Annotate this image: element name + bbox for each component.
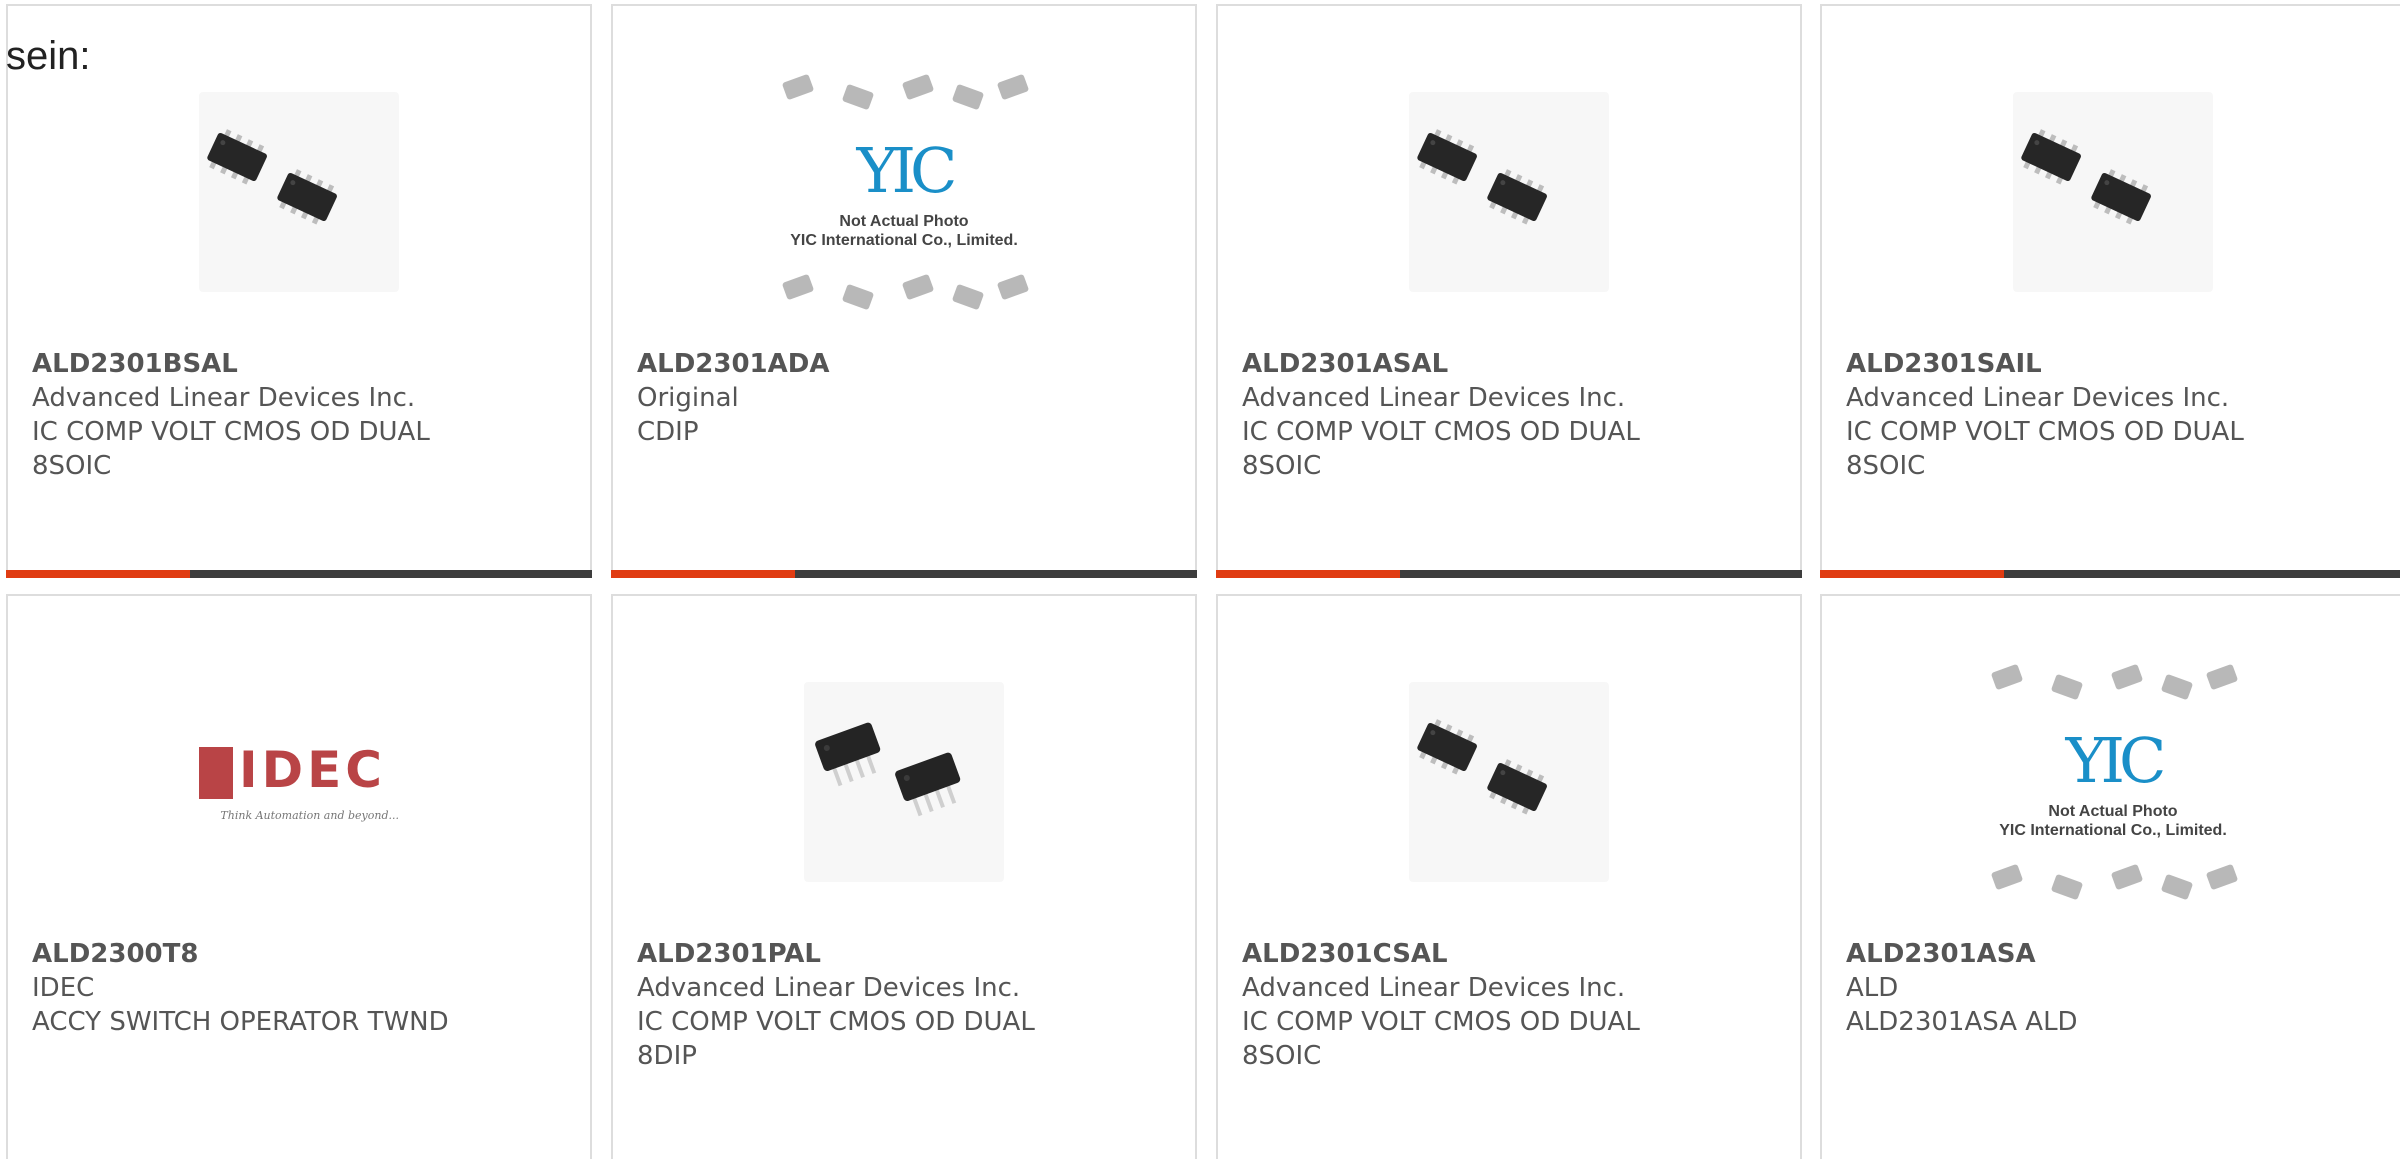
chip-packages-drawing bbox=[1991, 664, 2238, 700]
chip-packages-icon bbox=[1977, 652, 2249, 722]
soic-chip-photo bbox=[1409, 682, 1609, 882]
soic-chip-photo bbox=[2013, 92, 2213, 292]
package: 8SOIC bbox=[1242, 1041, 1322, 1071]
description: CDIP bbox=[637, 417, 699, 447]
package: 8SOIC bbox=[32, 451, 112, 481]
yic-placeholder-image: YIC Not Actual Photo YIC International C… bbox=[768, 62, 1040, 322]
manufacturer: Advanced Linear Devices Inc. bbox=[1242, 383, 1626, 413]
dip-chip-drawing bbox=[815, 722, 961, 817]
product-image[interactable]: IDEC Think Automation and beyond... bbox=[163, 642, 435, 922]
card-accent-bar bbox=[6, 570, 592, 578]
placeholder-caption-2: YIC International Co., Limited. bbox=[790, 232, 1018, 249]
description: IC COMP VOLT CMOS OD DUAL bbox=[32, 417, 430, 447]
product-card[interactable]: ALD2301BSAL Advanced Linear Devices Inc.… bbox=[6, 4, 592, 578]
description: ALD2301ASA ALD bbox=[1846, 1007, 2078, 1037]
intro-text: sein: bbox=[6, 34, 91, 78]
manufacturer: Advanced Linear Devices Inc. bbox=[637, 973, 1021, 1003]
yic-placeholder-image: YIC Not Actual Photo YIC International C… bbox=[1977, 652, 2249, 912]
description: IC COMP VOLT CMOS OD DUAL bbox=[1242, 417, 1640, 447]
manufacturer: Advanced Linear Devices Inc. bbox=[32, 383, 416, 413]
description: ACCY SWITCH OPERATOR TWND bbox=[32, 1007, 449, 1037]
manufacturer: Advanced Linear Devices Inc. bbox=[1242, 973, 1626, 1003]
idec-logo-mark bbox=[199, 747, 233, 799]
product-image[interactable] bbox=[163, 52, 435, 332]
yic-logo: YIC bbox=[856, 134, 958, 207]
package: 8SOIC bbox=[1242, 451, 1322, 481]
idec-tagline: Think Automation and beyond... bbox=[220, 809, 399, 822]
part-number[interactable]: ALD2301ASAL bbox=[1242, 347, 1776, 381]
soic-chip-photo bbox=[1409, 92, 1609, 292]
package: 8SOIC bbox=[1846, 451, 1926, 481]
description: IC COMP VOLT CMOS OD DUAL bbox=[1846, 417, 2244, 447]
part-number[interactable]: ALD2301SAIL bbox=[1846, 347, 2380, 381]
placeholder-caption-1: Not Actual Photo bbox=[839, 213, 969, 230]
soic-chip-photo bbox=[199, 92, 399, 292]
placeholder-caption-2: YIC International Co., Limited. bbox=[1999, 822, 2227, 839]
manufacturer: IDEC bbox=[32, 973, 95, 1003]
product-image[interactable] bbox=[1373, 642, 1645, 922]
card-accent-bar bbox=[611, 570, 1197, 578]
part-number[interactable]: ALD2301PAL bbox=[637, 937, 1171, 971]
soic-chip-drawing bbox=[2021, 129, 2151, 225]
product-image[interactable] bbox=[768, 642, 1040, 922]
manufacturer: ALD bbox=[1846, 973, 1899, 1003]
chip-packages-icon bbox=[1977, 852, 2249, 912]
soic-chip-drawing bbox=[1417, 129, 1547, 225]
part-number[interactable]: ALD2301ADA bbox=[637, 347, 1171, 381]
package: 8DIP bbox=[637, 1041, 697, 1071]
yic-logo: YIC bbox=[2065, 724, 2167, 797]
soic-chip-drawing bbox=[1417, 719, 1547, 815]
product-image[interactable] bbox=[1977, 52, 2249, 332]
part-number[interactable]: ALD2301ASA bbox=[1846, 937, 2380, 971]
chip-packages-drawing bbox=[782, 74, 1029, 110]
card-accent-bar bbox=[1216, 570, 1802, 578]
product-image[interactable]: YIC Not Actual Photo YIC International C… bbox=[768, 52, 1040, 332]
product-card[interactable]: ALD2301ASAL Advanced Linear Devices Inc.… bbox=[1216, 4, 1802, 578]
dip-chip-photo bbox=[804, 682, 1004, 882]
product-card[interactable]: IDEC Think Automation and beyond... ALD2… bbox=[6, 594, 592, 1159]
chip-packages-icon bbox=[768, 62, 1040, 132]
product-card[interactable]: ALD2301SAIL Advanced Linear Devices Inc.… bbox=[1820, 4, 2400, 578]
description: IC COMP VOLT CMOS OD DUAL bbox=[1242, 1007, 1640, 1037]
part-number[interactable]: ALD2301BSAL bbox=[32, 347, 566, 381]
placeholder-caption-1: Not Actual Photo bbox=[2048, 803, 2178, 820]
product-card[interactable]: ALD2301CSAL Advanced Linear Devices Inc.… bbox=[1216, 594, 1802, 1159]
soic-chip-drawing bbox=[207, 129, 337, 225]
description: IC COMP VOLT CMOS OD DUAL bbox=[637, 1007, 1035, 1037]
product-image[interactable]: YIC Not Actual Photo YIC International C… bbox=[1977, 642, 2249, 922]
chip-packages-icon bbox=[768, 262, 1040, 322]
chip-packages-drawing bbox=[1991, 864, 2238, 900]
idec-logo: IDEC Think Automation and beyond... bbox=[199, 737, 399, 827]
manufacturer: Advanced Linear Devices Inc. bbox=[1846, 383, 2230, 413]
chip-packages-drawing bbox=[782, 274, 1029, 310]
idec-wordmark: IDEC bbox=[239, 741, 386, 799]
card-accent-bar bbox=[1820, 570, 2400, 578]
part-number[interactable]: ALD2300T8 bbox=[32, 937, 566, 971]
product-card[interactable]: YIC Not Actual Photo YIC International C… bbox=[611, 4, 1197, 578]
part-number[interactable]: ALD2301CSAL bbox=[1242, 937, 1776, 971]
manufacturer: Original bbox=[637, 383, 739, 413]
product-card[interactable]: ALD2301PAL Advanced Linear Devices Inc. … bbox=[611, 594, 1197, 1159]
product-card[interactable]: YIC Not Actual Photo YIC International C… bbox=[1820, 594, 2400, 1159]
product-image[interactable] bbox=[1373, 52, 1645, 332]
